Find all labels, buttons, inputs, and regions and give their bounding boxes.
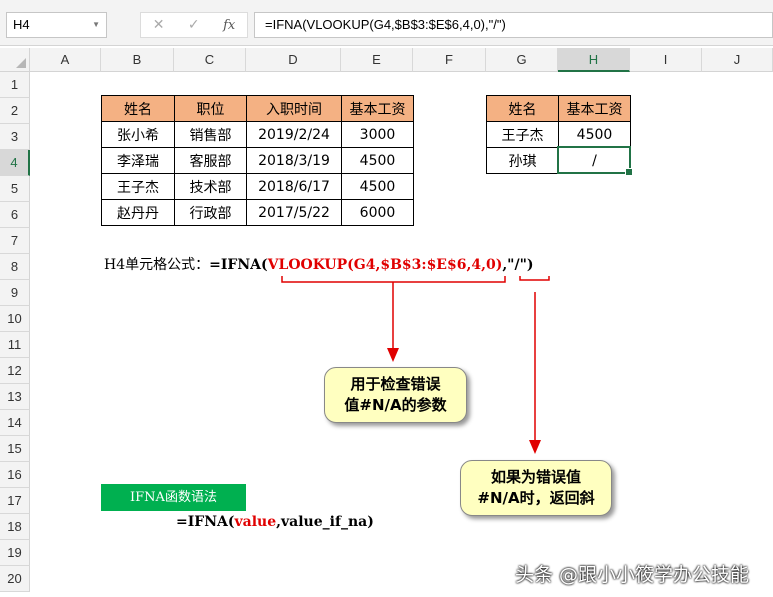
syntax-text: =IFNA(value,value_if_na) bbox=[176, 514, 374, 530]
callout-line: 值#N/A的参数 bbox=[344, 396, 447, 414]
syntax-title: IFNA函数语法 bbox=[101, 484, 246, 511]
callout-line: 如果为错误值 bbox=[490, 468, 581, 486]
callout-line: 用于检查错误 bbox=[350, 375, 441, 393]
watermark: 头条 @跟小小筱学办公技能 bbox=[515, 564, 750, 586]
syntax-arg1: value bbox=[234, 514, 277, 530]
syntax-prefix: =IFNA( bbox=[176, 514, 235, 530]
callout-value-arg: 用于检查错误 值#N/A的参数 bbox=[324, 367, 467, 423]
callout-na-arg: 如果为错误值 #N/A时，返回斜 bbox=[460, 460, 612, 516]
callout-line: #N/A时，返回斜 bbox=[477, 489, 595, 507]
bracket-arg2 bbox=[519, 276, 550, 281]
syntax-rest: ,value_if_na) bbox=[276, 514, 374, 530]
bracket-arg1 bbox=[281, 276, 506, 283]
arrow-head bbox=[529, 440, 541, 454]
arrow-head bbox=[387, 348, 399, 362]
